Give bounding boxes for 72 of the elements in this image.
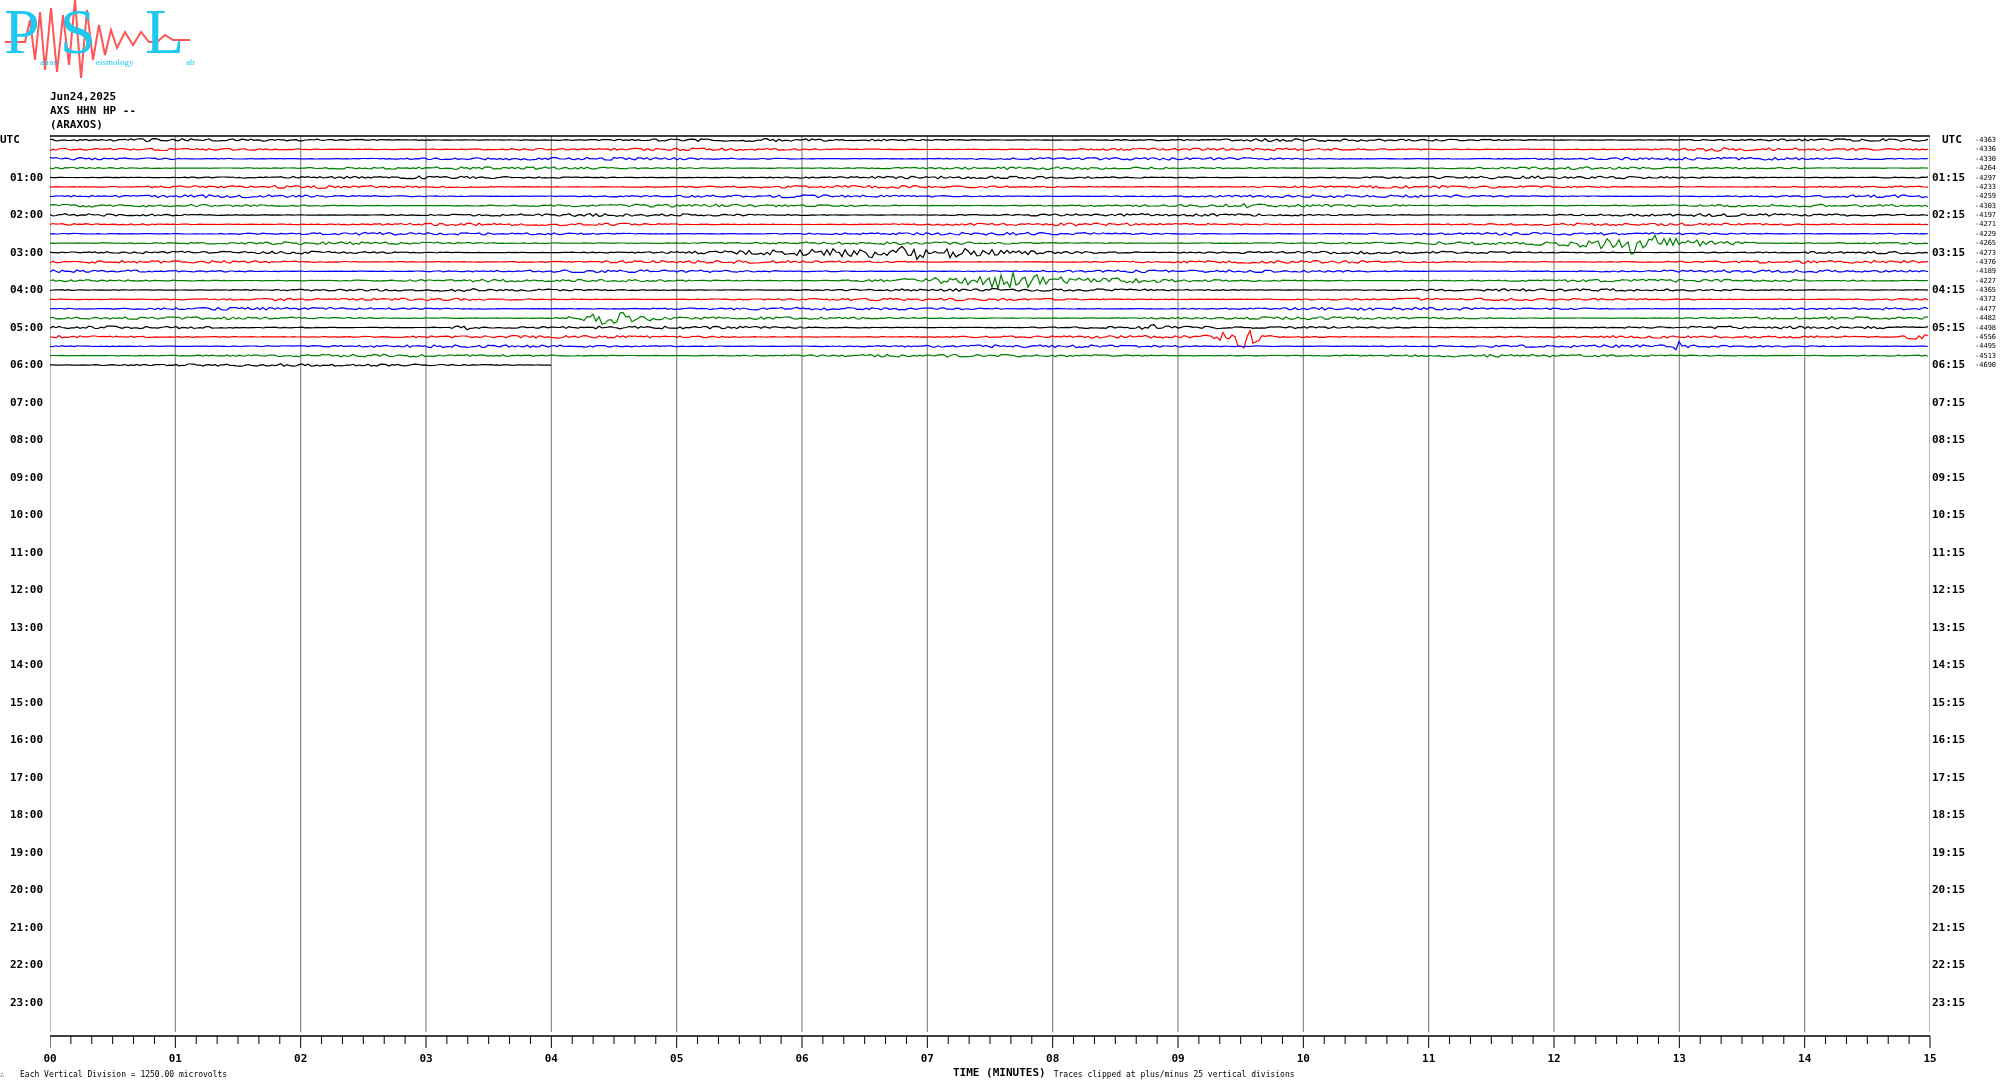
time-label: 02:00 — [9, 207, 45, 223]
time-label: 01:00 — [9, 169, 45, 186]
time-label: 11:15 — [1932, 544, 1967, 561]
location-label: (ARAXOS) — [50, 118, 104, 132]
time-label: 11:00 — [9, 544, 45, 561]
time-label: 16:00 — [9, 732, 45, 748]
time-label: 09:00 — [9, 469, 45, 486]
time-label: 19:15 — [1932, 844, 1967, 861]
axis-tick-label: 09 — [1171, 1052, 1185, 1066]
time-label: 23:15 — [1932, 994, 1967, 1011]
axis-tick-label: 11 — [1422, 1052, 1436, 1066]
time-label: 04:00 — [9, 282, 45, 298]
time-label: 22:15 — [1932, 957, 1967, 973]
time-label: 22:00 — [9, 957, 45, 973]
clip-note: Traces clipped at plus/minus 25 vertical divisions — [1053, 1070, 1295, 1080]
time-label: 10:00 — [9, 507, 45, 523]
time-label: 07:15 — [1932, 394, 1967, 411]
axis-tick-label: 02 — [294, 1052, 308, 1066]
axis-tick-label: 08 — [1046, 1052, 1060, 1066]
time-label: 12:00 — [9, 582, 45, 598]
axis-tick-label: 14 — [1798, 1052, 1812, 1066]
axis-tick-label: 01 — [168, 1052, 182, 1066]
axis-tick-label: 07 — [920, 1052, 934, 1066]
axis-tick-label: 05 — [670, 1052, 684, 1066]
time-label: 15:00 — [9, 694, 45, 711]
time-label: 20:15 — [1932, 882, 1967, 898]
time-label: 14:15 — [1932, 657, 1967, 673]
date-label: Jun24,2025 — [50, 90, 118, 104]
time-label: 13:15 — [1932, 619, 1967, 636]
scale-note: Each Vertical Division = 1250.00 microvolts — [20, 1070, 229, 1080]
time-label: 05:00 — [9, 319, 45, 336]
time-label: 08:15 — [1932, 432, 1967, 448]
time-label: 13:00 — [9, 619, 45, 636]
axis-title: TIME (MINUTES) — [953, 1066, 1046, 1080]
axis-tick-label: 12 — [1547, 1052, 1561, 1066]
logo-word: eismology — [96, 58, 134, 67]
time-label: 18:15 — [1932, 807, 1967, 823]
axis-tick-label: 10 — [1296, 1052, 1310, 1066]
time-label: 04:15 — [1932, 282, 1967, 298]
time-label: 18:00 — [9, 807, 45, 823]
time-label: 06:00 — [9, 357, 45, 373]
time-label: UTC — [1941, 132, 1963, 148]
time-label: 06:15 — [1932, 357, 1967, 373]
axis-tick-label: 15 — [1923, 1052, 1937, 1066]
time-label: 03:15 — [1932, 244, 1967, 261]
time-label: 21:15 — [1932, 919, 1967, 936]
time-label: 17:00 — [9, 769, 45, 786]
time-label: 17:15 — [1932, 769, 1967, 786]
time-label: 07:00 — [9, 394, 45, 411]
time-label: 19:00 — [9, 844, 45, 861]
time-label: 23:00 — [9, 994, 45, 1011]
time-label: 03:00 — [9, 244, 45, 261]
axis-tick-label: 03 — [419, 1052, 433, 1066]
logo-word: ab — [186, 58, 195, 67]
time-label: 21:00 — [9, 919, 45, 936]
time-label: 12:15 — [1932, 582, 1967, 598]
time-label: 16:15 — [1932, 732, 1967, 748]
time-label: 10:15 — [1932, 507, 1967, 523]
time-label: 08:00 — [9, 432, 45, 448]
axis-tick-label: 06 — [795, 1052, 809, 1066]
time-label: 14:00 — [9, 657, 45, 673]
time-label: 02:15 — [1932, 207, 1967, 223]
time-label: 01:15 — [1932, 169, 1967, 186]
time-label: 20:00 — [9, 882, 45, 898]
time-label: 09:15 — [1932, 469, 1967, 486]
axis-tick-label: 00 — [43, 1052, 57, 1066]
station-label: AXS HHN HP -- — [50, 104, 138, 118]
axis-tick-label: 04 — [544, 1052, 558, 1066]
time-label: 05:15 — [1932, 319, 1967, 336]
time-label: UTC — [0, 132, 21, 148]
time-label: 15:15 — [1932, 694, 1967, 711]
axis-tick-label: 13 — [1672, 1052, 1686, 1066]
